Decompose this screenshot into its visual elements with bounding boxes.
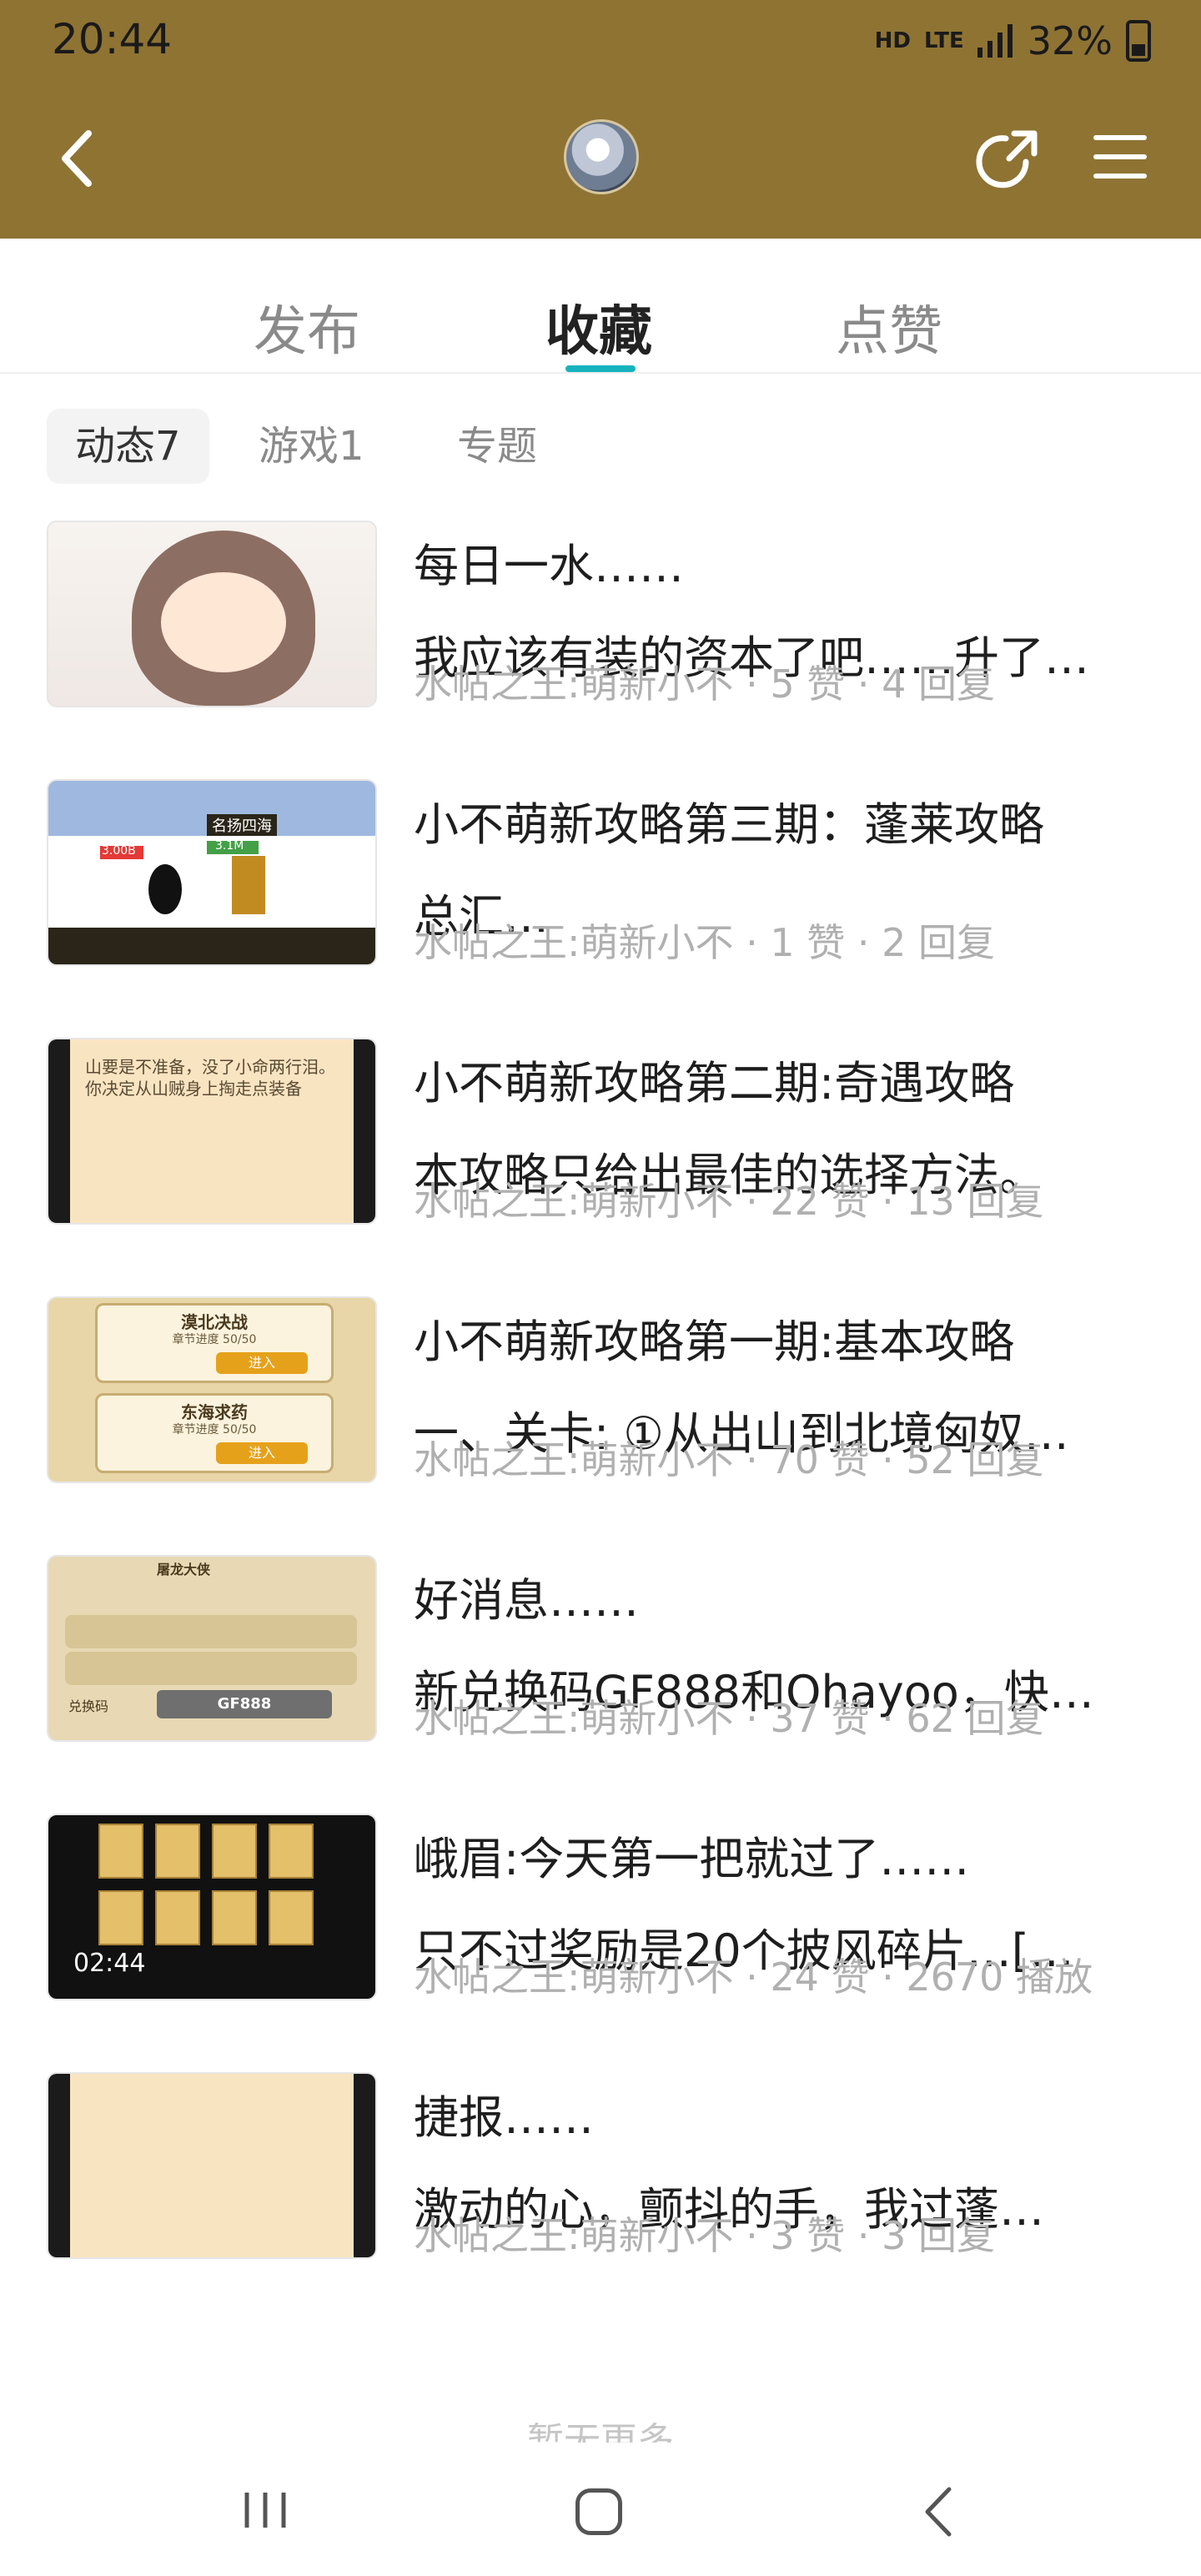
back-icon[interactable] [917,2484,959,2539]
post-meta: 水帖之王:萌新小不 · 70 赞 · 52 回复 [414,1437,1044,1482]
app-header: 20:44 HD LTE 32% [0,0,1201,239]
skill-card [155,1890,200,1945]
thumb-text: 山要是不准备，没了小命两行泪。你决定从山贼身上掏走点装备 [85,1057,335,1099]
skill-card [155,1824,200,1879]
post-thumbnail: 名扬四海 3.00B 3.1M [47,779,377,966]
chapter-progress: 章节进度 50/50 [172,1333,257,1346]
thumb-title: 屠龙大侠 [157,1562,211,1577]
thumb-left-bar [48,2074,70,2257]
chapter-card: 漠北决战 章节进度 50/50 进入 [95,1303,334,1383]
post-title: 小不萌新攻略第一期:基本攻略 [414,1316,1015,1368]
post-thumbnail [47,521,377,707]
player-hp-text: 3.1M [215,839,244,853]
post-meta: 水帖之王:萌新小不 · 3 赞 · 3 回复 [414,2213,996,2258]
skill-card [212,1890,257,1945]
battery-percent: 32% [1027,18,1113,63]
code-label: 兑换码 [68,1698,109,1714]
enter-label: 进入 [248,1355,275,1371]
enemy-hp-text: 3.00B [102,844,136,858]
home-icon[interactable] [575,2488,622,2535]
chapter-title: 漠北决战 [181,1312,248,1332]
code-field: GF888 [157,1690,332,1718]
thumb-left-bar [48,1039,70,1223]
hd-indicator: HD [874,28,911,53]
status-bar: 20:44 HD LTE 32% [0,0,1201,92]
menu-icon[interactable] [1093,129,1148,184]
skill-card [269,1890,314,1945]
system-nav-bar [0,2443,1201,2576]
status-icons: HD LTE 32% [875,18,1151,63]
status-time: 20:44 [52,15,173,63]
subtab-game[interactable]: 游戏1 [230,409,393,484]
post-thumbnail [47,2072,377,2259]
list-item[interactable]: 每日一水…… 我应该有装的资本了吧……升了… 水帖之王:萌新小不 · 5 赞 ·… [0,521,1201,779]
signal-icon [977,24,1013,58]
network-indicator: LTE [923,28,964,53]
enter-button: 进入 [216,1442,308,1464]
list-item[interactable]: 捷报…… 激动的心，颤抖的手，我过蓬… 水帖之王:萌新小不 · 3 赞 · 3 … [0,2072,1201,2331]
battery-icon [1126,20,1151,62]
chapter-title: 东海求药 [181,1402,248,1422]
list-item[interactable]: 02:44 峨眉:今天第一把就过了…… 只不过奖励是20个披风碎片…[… 水帖之… [0,1814,1201,2072]
post-meta: 水帖之王:萌新小不 · 22 赞 · 13 回复 [414,1179,1044,1224]
skill-card [98,1824,143,1879]
recent-apps-icon[interactable] [240,2489,290,2531]
video-duration: 02:44 [73,1949,146,1978]
post-thumbnail: 屠龙大侠 兑换码 GF888 [47,1555,377,1742]
tab-like[interactable]: 点赞 [836,289,942,365]
enter-label: 进入 [248,1445,275,1461]
post-thumbnail: 漠北决战 章节进度 50/50 进入 东海求药 章节进度 50/50 进入 [47,1296,377,1483]
post-meta: 水帖之王:萌新小不 · 5 赞 · 4 回复 [414,662,996,707]
tab-favorite[interactable]: 收藏 [545,289,652,365]
post-title: 每日一水…… [414,540,684,592]
list-item[interactable]: 屠龙大侠 兑换码 GF888 好消息…… 新兑换码GF888和Ohayoo，快…… [0,1555,1201,1814]
code-value: GF888 [217,1695,272,1713]
tab-publish[interactable]: 发布 [254,289,360,365]
chapter-card: 东海求药 章节进度 50/50 进入 [95,1393,334,1473]
list-item[interactable]: 山要是不准备，没了小命两行泪。你决定从山贼身上掏走点装备 小不萌新攻略第二期:奇… [0,1038,1201,1296]
subtab-dynamic[interactable]: 动态7 [47,409,209,484]
post-meta: 水帖之王:萌新小不 · 1 赞 · 2 回复 [414,920,996,965]
hero-figure [232,856,265,914]
main-tabs: 发布 收藏 点赞 [0,239,1201,374]
avatar[interactable] [564,119,639,194]
skill-card [98,1890,143,1945]
active-tab-indicator [565,365,636,372]
post-thumbnail: 山要是不准备，没了小命两行泪。你决定从山贼身上掏走点装备 [47,1038,377,1225]
thumb-label: 名扬四海 [207,814,277,836]
post-title: 小不萌新攻略第二期:奇遇攻略 [414,1057,1015,1109]
sub-tabs: 动态7 游戏1 专题 [47,409,631,484]
cat-girl-face [161,572,286,672]
skill-card [212,1824,257,1879]
post-meta: 水帖之王:萌新小不 · 24 赞 · 2670 播放 [414,1955,1093,2000]
post-meta: 水帖之王:萌新小不 · 37 赞 · 62 回复 [414,1696,1044,1741]
enemy-figure [148,864,182,914]
post-title: 捷报…… [414,2091,594,2144]
list-item[interactable]: 漠北决战 章节进度 50/50 进入 东海求药 章节进度 50/50 进入 小不… [0,1296,1201,1555]
chevron-left-icon[interactable] [53,125,103,192]
post-title: 峨眉:今天第一把就过了…… [414,1833,970,1885]
list-item[interactable]: 名扬四海 3.00B 3.1M 小不萌新攻略第三期：蓬莱攻略 总汇… 水帖之王:… [0,779,1201,1038]
settings-row [65,1652,357,1685]
thumb-right-bar [354,1039,375,1223]
post-title: 小不萌新攻略第三期：蓬莱攻略 [414,798,1044,851]
chapter-progress: 章节进度 50/50 [172,1423,257,1436]
enter-button: 进入 [216,1352,308,1374]
post-thumbnail: 02:44 [47,1814,377,2000]
post-title: 好消息…… [414,1574,639,1627]
subtab-topic[interactable]: 专题 [429,409,565,484]
share-icon[interactable] [976,125,1043,192]
thumb-right-bar [354,2074,375,2257]
settings-row [65,1615,357,1648]
skill-card [269,1824,314,1879]
